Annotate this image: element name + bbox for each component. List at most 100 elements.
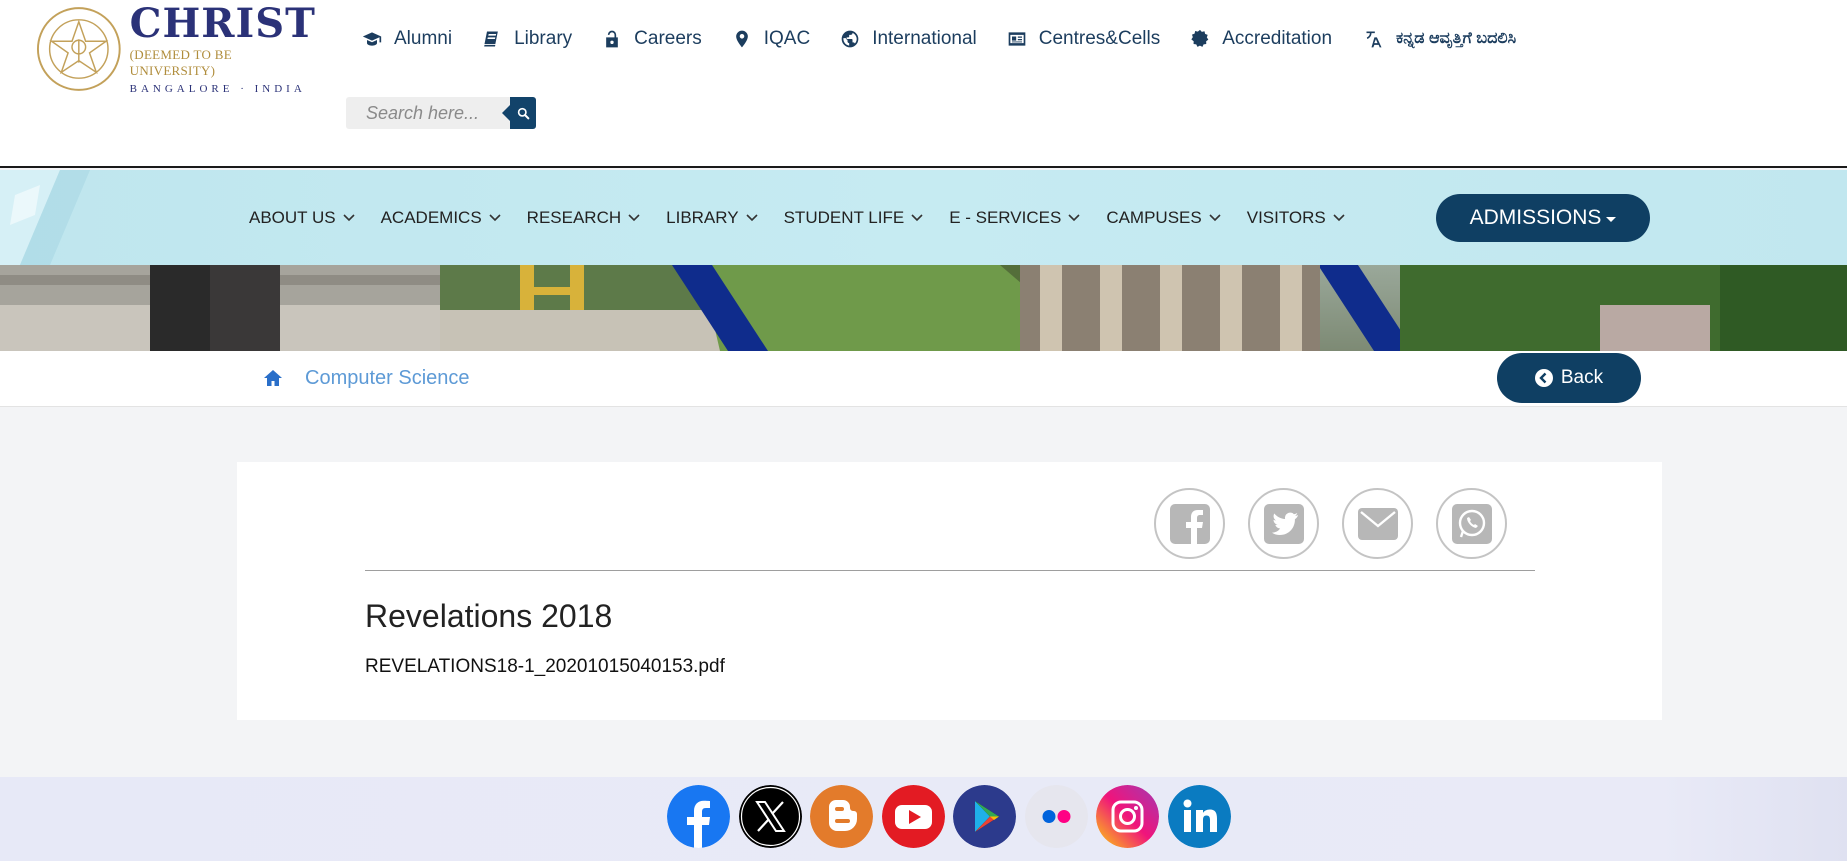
nav-item-research[interactable]: RESEARCH — [527, 208, 640, 228]
language-switch-label: ಕನ್ನಡ ಆವೃತ್ತಿಗೆ ಬದಲಿಸಿ — [1396, 30, 1517, 47]
id-card-icon — [1008, 32, 1026, 46]
top-header: CHRIST (DEEMED TO BE UNIVERSITY) BANGALO… — [0, 0, 1847, 168]
globe-icon — [841, 30, 859, 48]
nav-item-library[interactable]: LIBRARY — [666, 207, 758, 228]
admissions-label: ADMISSIONS — [1469, 206, 1602, 229]
nav-item-about-us[interactable]: ABOUT US — [249, 208, 355, 228]
youtube-icon — [881, 785, 945, 848]
share-email-button[interactable] — [1342, 488, 1413, 559]
quick-link-centres-cells[interactable]: Centres&Cells — [1007, 28, 1160, 50]
quick-link-label: Library — [514, 28, 573, 49]
nav-item-visitors[interactable]: VISITORS — [1247, 208, 1345, 228]
document-title: Revelations 2018 — [365, 598, 613, 634]
footer — [0, 777, 1847, 861]
nav-item-student-life[interactable]: STUDENT LIFE — [784, 208, 924, 228]
university-seal-icon — [36, 7, 121, 91]
quick-links: Alumni Library Careers IQAC Internationa… — [362, 28, 1546, 50]
certificate-icon — [1191, 29, 1209, 47]
social-blogger-link[interactable] — [810, 785, 873, 848]
logo-subtitle: (DEEMED TO BE UNIVERSITY) — [129, 46, 232, 78]
search-icon — [517, 107, 529, 119]
search-input[interactable] — [346, 97, 510, 129]
twitter-icon — [1263, 503, 1304, 544]
graduation-cap-icon — [362, 32, 382, 46]
mail-icon — [1357, 507, 1398, 540]
breadcrumb: Computer Science Back — [0, 351, 1847, 407]
social-play-store-link[interactable] — [953, 785, 1016, 848]
logo-location: BANGALORE · INDIA — [129, 82, 306, 95]
quick-link-library[interactable]: Library — [482, 28, 572, 50]
quick-link-label: Centres&Cells — [1038, 28, 1161, 49]
nav-item-label: CAMPUSES — [1106, 207, 1202, 227]
divider — [365, 570, 1535, 571]
quick-link-iqac[interactable]: IQAC — [732, 28, 810, 50]
book-icon — [484, 31, 498, 47]
back-button[interactable]: Back — [1497, 353, 1641, 403]
nav-menu: ABOUT US ACADEMICS RESEARCH LIBRARY STUD… — [249, 170, 1371, 265]
quick-link-label: Careers — [634, 28, 702, 49]
social-x-link[interactable] — [738, 785, 802, 848]
linkedin-icon — [1167, 785, 1231, 848]
quick-link-careers[interactable]: Careers — [602, 28, 702, 50]
play-store-icon — [953, 785, 1016, 848]
nav-item-label: RESEARCH — [526, 207, 622, 227]
chevron-down-icon — [628, 213, 640, 221]
instagram-icon — [1096, 785, 1159, 848]
chevron-down-icon — [489, 213, 501, 221]
nav-item-label: E - SERVICES — [949, 207, 1062, 227]
social-facebook-link[interactable] — [667, 785, 730, 848]
quick-link-international[interactable]: International — [840, 28, 977, 50]
admissions-button[interactable]: ADMISSIONS — [1436, 194, 1650, 242]
social-flickr-link[interactable] — [1024, 785, 1088, 848]
home-icon[interactable] — [263, 369, 283, 387]
campus-banner-image — [0, 265, 1847, 351]
quick-link-alumni[interactable]: Alumni — [362, 28, 452, 50]
nav-item-academics[interactable]: ACADEMICS — [381, 208, 501, 228]
document-file-link[interactable]: REVELATIONS18-1_20201015040153.pdf — [365, 656, 725, 678]
map-marker-icon — [735, 30, 748, 48]
blogger-icon — [810, 785, 873, 848]
chevron-left-circle-icon — [1534, 369, 1553, 387]
caret-down-icon — [1606, 217, 1617, 222]
chevron-down-icon — [1209, 213, 1221, 221]
main-nav: ABOUT US ACADEMICS RESEARCH LIBRARY STUD… — [0, 170, 1847, 265]
unlock-icon — [606, 30, 618, 48]
whatsapp-icon — [1451, 503, 1492, 544]
nav-item-label: ACADEMICS — [380, 207, 482, 227]
social-youtube-link[interactable] — [881, 785, 945, 848]
facebook-icon — [1169, 503, 1210, 544]
quick-link-label: Accreditation — [1222, 28, 1333, 49]
nav-item-label: ABOUT US — [249, 207, 336, 227]
nav-item-campuses[interactable]: CAMPUSES — [1106, 207, 1221, 228]
nav-decoration — [0, 170, 90, 265]
x-icon — [738, 785, 802, 848]
social-linkedin-link[interactable] — [1167, 785, 1231, 848]
chevron-down-icon — [343, 213, 355, 221]
chevron-down-icon — [746, 213, 758, 221]
facebook-icon — [667, 785, 730, 848]
language-switch-link[interactable]: ಕನ್ನಡ ಆವೃತ್ತಿಗೆ ಬದಲಿಸಿ — [1364, 29, 1516, 49]
search-box — [346, 97, 536, 129]
social-instagram-link[interactable] — [1096, 785, 1159, 848]
quick-link-label: Alumni — [394, 28, 453, 49]
flickr-icon — [1024, 785, 1088, 848]
logo-name: CHRIST — [129, 0, 316, 47]
share-facebook-button[interactable] — [1154, 488, 1225, 559]
nav-item-label: VISITORS — [1246, 207, 1326, 227]
quick-link-accreditation[interactable]: Accreditation — [1190, 28, 1332, 50]
university-logo[interactable]: CHRIST (DEEMED TO BE UNIVERSITY) BANGALO… — [36, 0, 316, 95]
breadcrumb-current-link[interactable]: Computer Science — [305, 367, 470, 390]
campus-photo — [0, 265, 1847, 351]
nav-item-e-services[interactable]: E - SERVICES — [949, 208, 1080, 228]
chevron-down-icon — [1068, 213, 1080, 221]
share-twitter-button[interactable] — [1248, 488, 1319, 559]
quick-link-label: International — [872, 28, 977, 49]
back-label: Back — [1560, 367, 1604, 388]
nav-item-label: LIBRARY — [666, 207, 739, 227]
share-buttons — [1154, 488, 1530, 559]
document-card: Revelations 2018 REVELATIONS18-1_2020101… — [237, 462, 1662, 720]
quick-link-label: IQAC — [763, 28, 811, 49]
nav-item-label: STUDENT LIFE — [783, 207, 905, 227]
share-whatsapp-button[interactable] — [1436, 488, 1507, 559]
search-button[interactable] — [502, 97, 536, 129]
